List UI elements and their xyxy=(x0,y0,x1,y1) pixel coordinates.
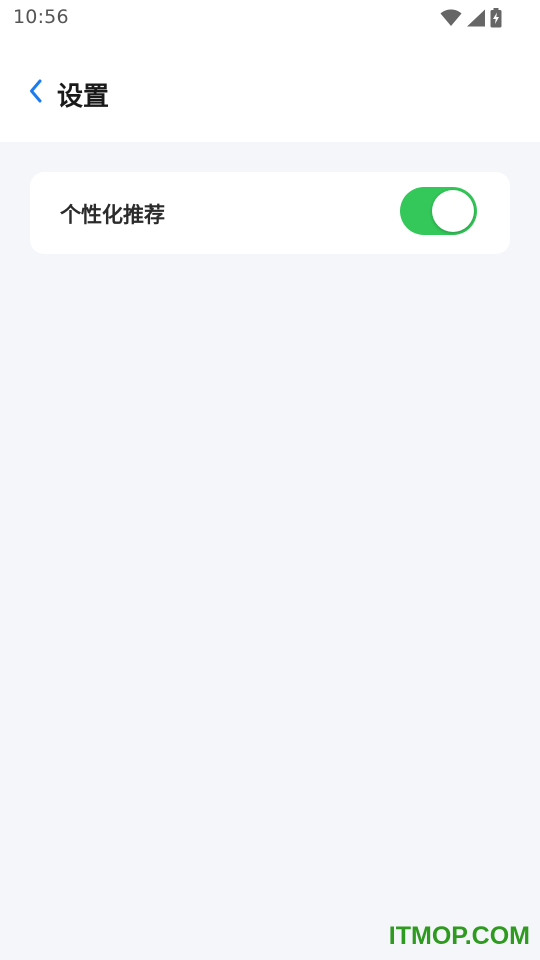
status-bar: 10:56 xyxy=(0,0,540,36)
header-area: 10:56 设置 xyxy=(0,0,540,142)
watermark: ITMOP.COM xyxy=(388,922,530,950)
toggle-knob xyxy=(432,190,474,232)
nav-bar: 设置 xyxy=(0,58,540,130)
chevron-left-icon xyxy=(28,78,44,108)
status-time: 10:56 xyxy=(13,6,69,28)
status-icons xyxy=(440,7,502,29)
wifi-icon xyxy=(440,9,462,27)
personalized-recommendation-toggle[interactable] xyxy=(400,187,477,235)
battery-charging-icon xyxy=(490,8,502,28)
settings-card: 个性化推荐 xyxy=(30,172,510,254)
page-title: 设置 xyxy=(57,82,110,112)
back-button[interactable] xyxy=(22,78,50,108)
setting-label-personalized-recommendation: 个性化推荐 xyxy=(60,203,165,227)
cellular-signal-icon xyxy=(466,9,486,27)
